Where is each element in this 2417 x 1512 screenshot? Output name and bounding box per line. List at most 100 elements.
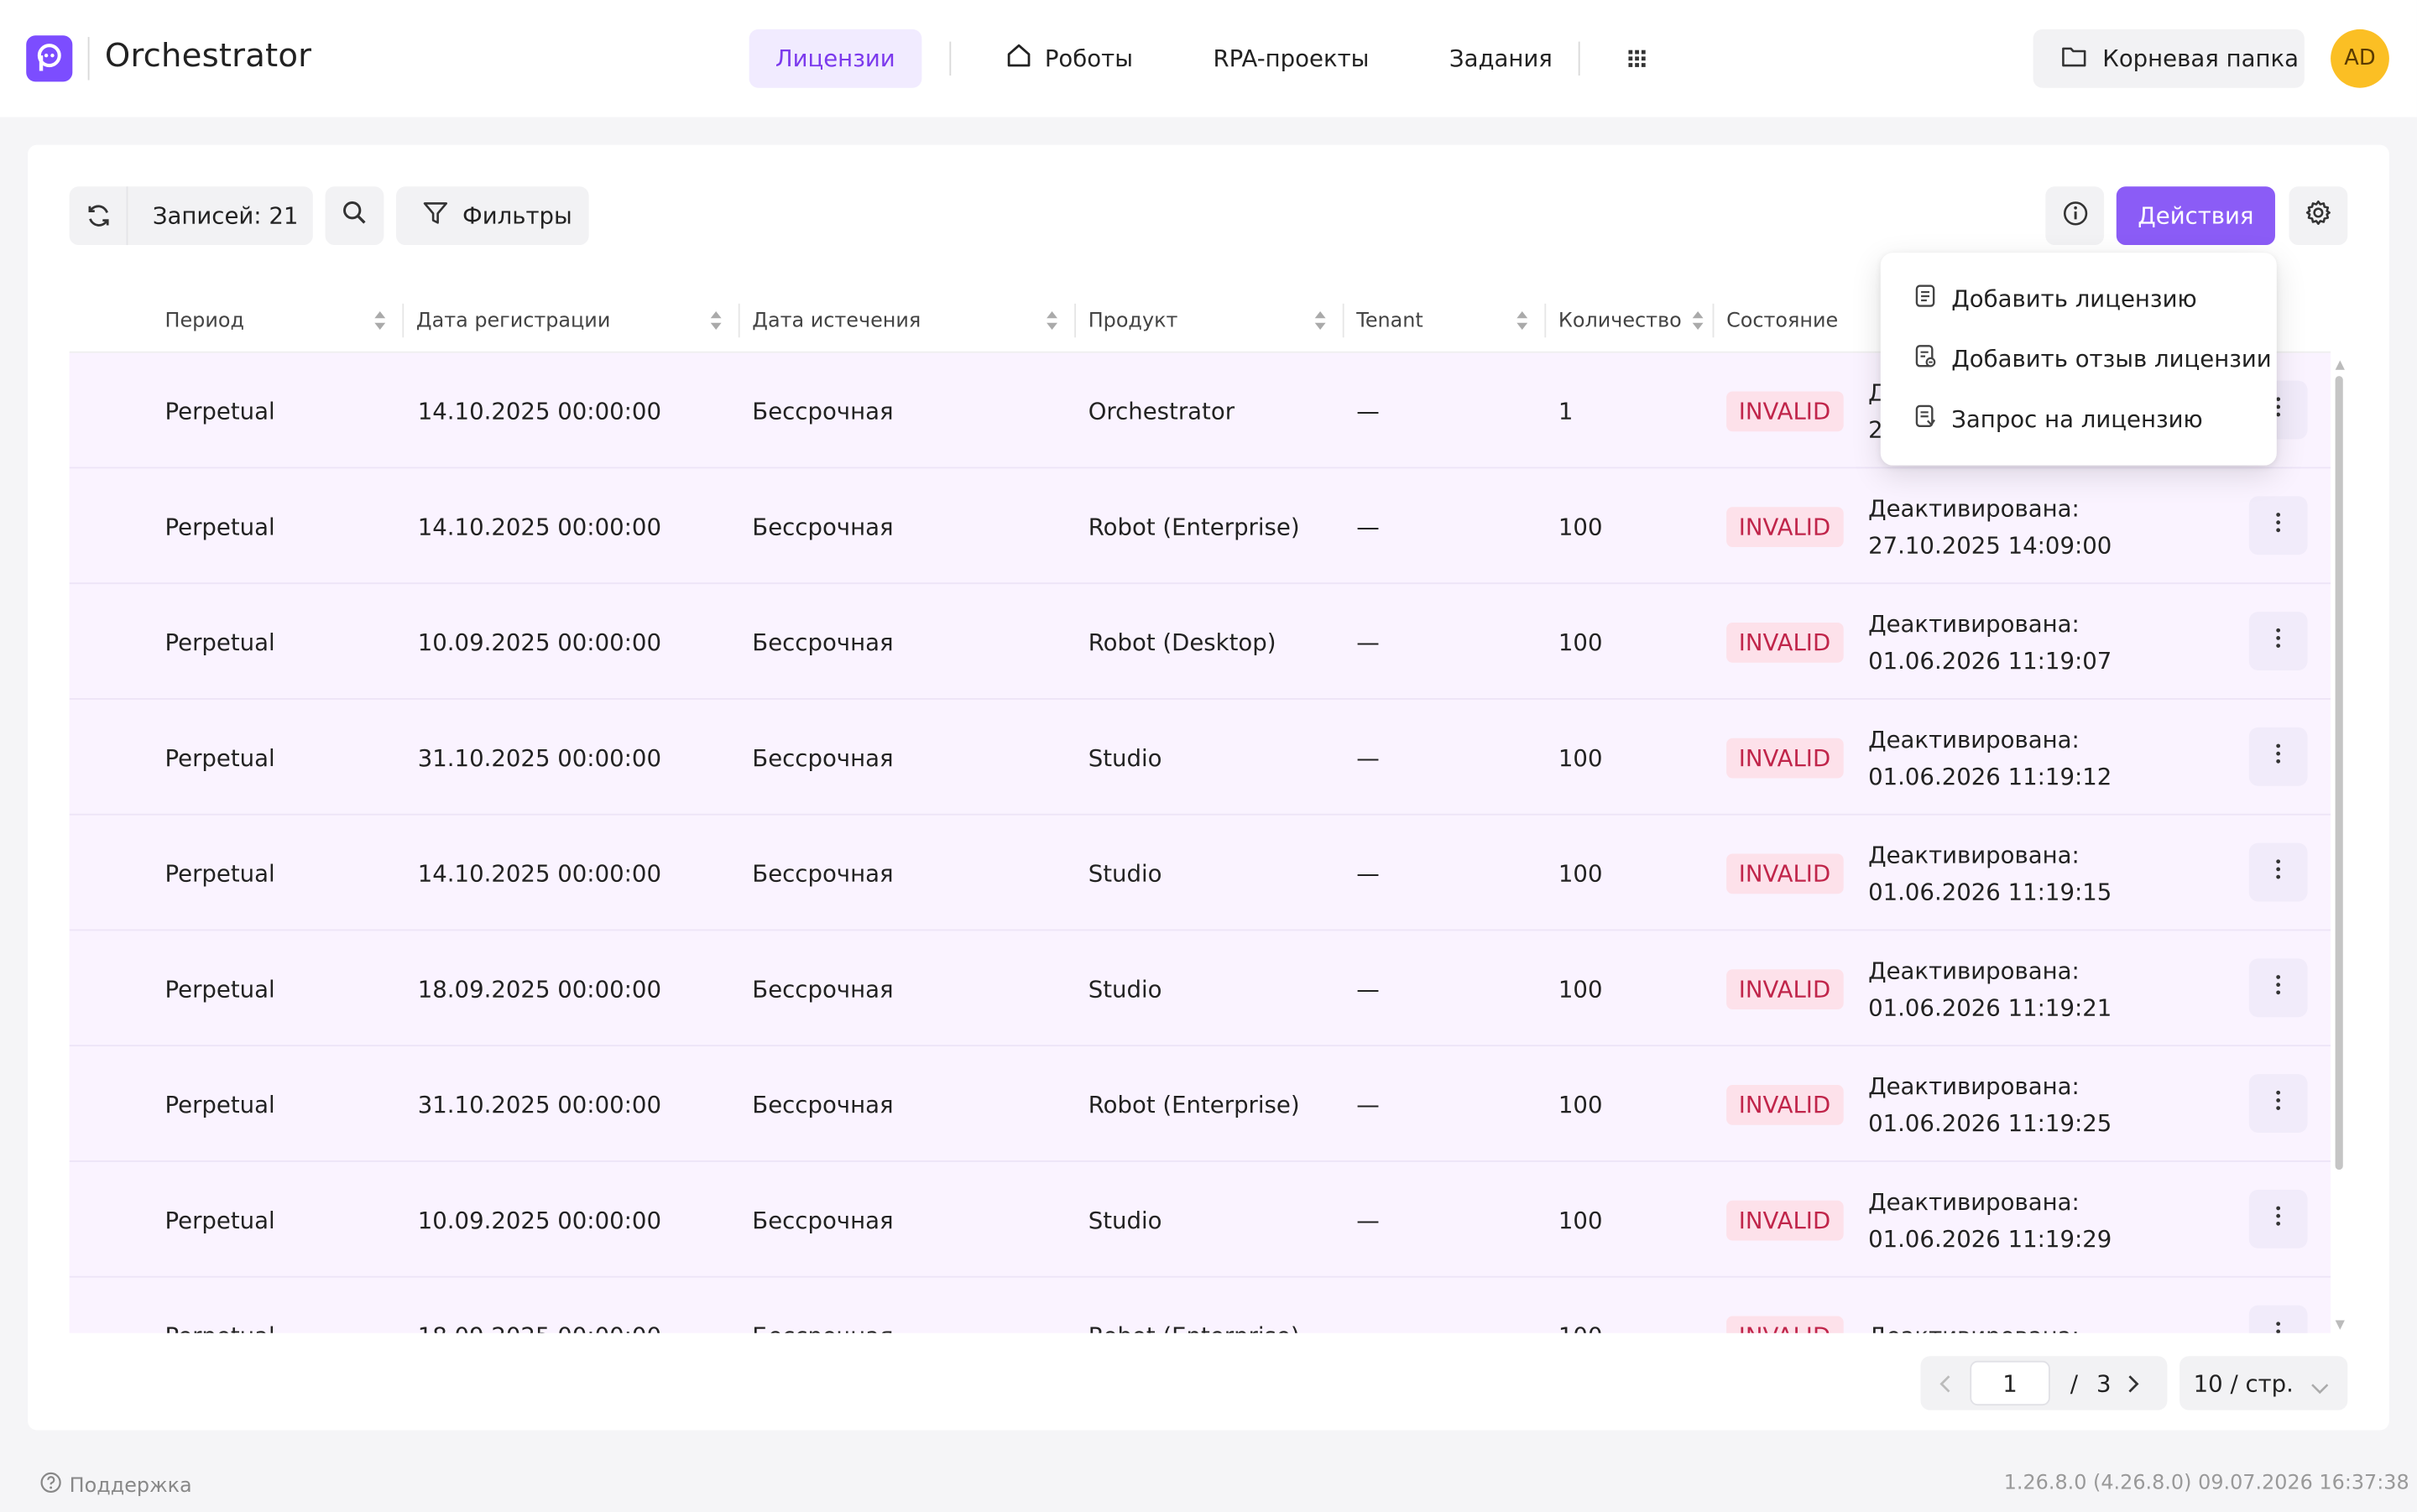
cell-expires: Бессрочная [752,974,894,1003]
nav-licenses[interactable]: Лицензии [749,29,921,88]
main-nav: Лицензии Роботы RPA-проекты Задания [749,29,1667,88]
cell-registered: 18.09.2025 00:00:00 [417,974,662,1003]
nav-divider [948,41,951,76]
sort-icon[interactable] [1515,310,1529,337]
cell-status: INVALID [1726,1046,1843,1162]
search-icon [341,199,368,232]
state-date: 01.06.2026 11:19:07 [1868,646,2112,675]
state-line: Деактивирована: [1868,1071,2080,1100]
menu-item-add-revocation[interactable]: Добавить отзыв лицензии [1881,328,2277,388]
settings-button[interactable] [2289,186,2348,246]
document-revoke-icon [1914,343,1936,374]
table-row[interactable]: Perpetual 18.09.2025 00:00:00 Бессрочная… [69,931,2331,1047]
top-header: Orchestrator Лицензии Роботы RPA-проекты… [0,0,2417,117]
row-menu-button[interactable] [2248,496,2308,555]
sort-icon[interactable] [1313,310,1328,337]
actions-button[interactable]: Действия [2116,186,2275,246]
cell-quantity: 100 [1558,858,1603,888]
filters-label: Фильтры [462,201,572,230]
filters-button[interactable]: Фильтры [396,186,589,246]
cell-tenant: — [1356,858,1380,888]
nav-rpa-projects[interactable]: RPA-проекты [1187,29,1395,88]
row-menu-button[interactable] [2248,842,2308,902]
records-count-group: Записей: 21 [69,186,313,246]
table-scrollbar[interactable]: ▲ ▼ [2335,357,2348,1332]
home-icon [1005,42,1032,76]
chevron-left-icon[interactable] [1921,1374,1971,1392]
apps-grid-icon[interactable] [1608,29,1667,88]
nav-robots[interactable]: Роботы [979,29,1159,88]
row-menu-button[interactable] [2248,958,2308,1018]
table-row[interactable]: Perpetual 18.09.2025 00:00:00 Бессрочная… [70,1278,2331,1333]
cell-expires: Бессрочная [752,1278,893,1333]
cell-period: Perpetual [164,396,275,425]
scroll-down-icon[interactable]: ▼ [2336,1317,2345,1332]
cell-tenant: — [1356,512,1380,540]
column-quantity[interactable]: Количество [1558,288,1713,352]
cell-state: Деактивирована: 01.06.2026 11:19:12 [1868,700,2112,816]
table-row[interactable]: Perpetual 31.10.2025 00:00:00 Бессрочная… [69,1046,2331,1162]
sort-icon[interactable] [709,310,723,337]
chevron-down-icon [2310,1373,2329,1400]
search-button[interactable] [325,186,384,246]
cell-quantity: 100 [1558,974,1603,1003]
logo-icon[interactable] [26,35,73,82]
root-folder-button[interactable]: Корневая папка [2033,29,2305,88]
cell-expires: Бессрочная [752,858,894,888]
more-vertical-icon [2275,1321,2281,1333]
refresh-icon[interactable] [70,186,128,246]
menu-item-add-license[interactable]: Добавить лицензию [1881,269,2277,329]
app-version: 1.26.8.0 (4.26.8.0) [2003,1472,2192,1495]
menu-item-label: Добавить отзыв лицензии [1951,344,2272,373]
state-line: Деактивирована: [1868,1316,2080,1333]
sort-icon[interactable] [1045,310,1059,337]
column-divider [1342,303,1344,338]
cell-status: INVALID [1726,468,1843,584]
cell-registered: 14.10.2025 00:00:00 [417,512,662,540]
column-tenant[interactable]: Tenant [1356,288,1544,352]
cell-tenant: — [1356,1278,1380,1333]
column-period[interactable]: Период [165,288,403,352]
cell-period: Perpetual [164,858,275,888]
scroll-thumb[interactable] [2335,376,2343,1170]
nav-tasks[interactable]: Задания [1423,29,1579,88]
cell-registered: 10.09.2025 00:00:00 [417,1206,662,1234]
page-size-label: 10 / стр. [2193,1369,2294,1397]
column-product[interactable]: Продукт [1088,288,1343,352]
column-registered-label: Дата регистрации [415,309,611,332]
row-menu-button[interactable] [2248,1074,2308,1133]
menu-item-license-request[interactable]: Запрос на лицензию [1881,388,2277,449]
cell-state: Деактивирована: [1868,1278,2080,1333]
table-row[interactable]: Perpetual 14.10.2025 00:00:00 Бессрочная… [69,468,2331,585]
cell-registered: 31.10.2025 00:00:00 [417,743,662,772]
cell-expires: Бессрочная [752,512,894,540]
page-number-input[interactable] [1970,1360,2050,1406]
chevron-right-icon[interactable] [2127,1374,2139,1392]
scroll-up-icon[interactable]: ▲ [2336,357,2345,372]
actions-dropdown: Добавить лицензию Добавить отзыв лицензи… [1880,253,2277,466]
row-menu-button[interactable] [2248,612,2308,670]
cell-quantity: 100 [1558,743,1603,772]
support-link[interactable]: Поддержка [40,1472,192,1499]
status-badge: INVALID [1726,390,1843,431]
avatar[interactable]: AD [2331,29,2389,88]
column-registered[interactable]: Дата регистрации [416,288,739,352]
row-menu-button[interactable] [2248,1305,2308,1333]
table-row[interactable]: Perpetual 31.10.2025 00:00:00 Бессрочная… [69,700,2331,816]
column-divider [1074,303,1077,338]
row-menu-button[interactable] [2248,1189,2308,1249]
table-row[interactable]: Perpetual 10.09.2025 00:00:00 Бессрочная… [69,1162,2331,1278]
table-row[interactable]: Perpetual 14.10.2025 00:00:00 Бессрочная… [69,816,2331,931]
info-button[interactable] [2045,186,2105,246]
page-size-select[interactable]: 10 / стр. [2179,1356,2348,1410]
sort-icon[interactable] [1691,310,1705,337]
table-row[interactable]: Perpetual 10.09.2025 00:00:00 Бессрочная… [69,584,2331,700]
row-menu-button[interactable] [2248,727,2308,786]
cell-product: Studio [1088,974,1162,1003]
cell-product: Robot (Enterprise) [1088,512,1300,540]
column-expires[interactable]: Дата истечения [752,288,1074,352]
nav-licenses-label: Лицензии [775,44,895,73]
cell-period: Perpetual [164,974,275,1003]
help-circle-icon [40,1472,62,1499]
sort-icon[interactable] [373,310,387,337]
